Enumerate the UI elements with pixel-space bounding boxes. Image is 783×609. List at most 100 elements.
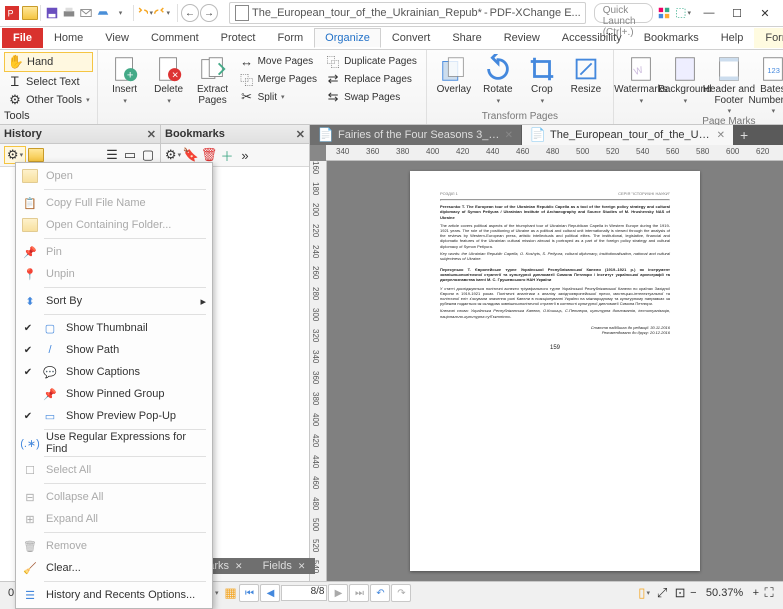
bookmarks-close-icon[interactable]: ✕ (296, 128, 305, 141)
tab-organize[interactable]: Organize (314, 28, 381, 48)
duplicate-pages-button[interactable]: ⿻Duplicate Pages (322, 52, 420, 70)
bottom-tab-fields[interactable]: Fields✕ (253, 558, 316, 574)
last-page-button[interactable]: ⏭ (349, 584, 369, 602)
new-tab-button[interactable]: + (734, 127, 754, 143)
tool-toggle-1[interactable] (657, 5, 671, 21)
fit-width-icon[interactable]: ⤢ (654, 585, 670, 601)
doc-tab-2[interactable]: 📄The_European_tour_of_the_Ukrainian_Repu… (522, 125, 733, 145)
zoom-input[interactable]: 50.37% (699, 587, 751, 599)
menu-sort-by[interactable]: ⬍Sort By▸ (18, 290, 210, 312)
tab-comment[interactable]: Comment (140, 28, 210, 48)
menu-pin[interactable]: 📌Pin (18, 241, 210, 263)
menu-history-options[interactable]: ☰History and Recents Options... (18, 584, 210, 606)
next-view-button[interactable]: ↷ (391, 584, 411, 602)
tab-file[interactable]: File (2, 28, 43, 48)
bookmark-del-icon[interactable]: 🗑 (201, 147, 217, 163)
replace-pages-button[interactable]: ⇄Replace Pages (322, 70, 420, 88)
watermarks-button[interactable]: WWatermarks (620, 52, 662, 105)
tab-view[interactable]: View (94, 28, 140, 48)
insert-pages-button[interactable]: +Insert (104, 52, 146, 105)
tab-convert[interactable]: Convert (381, 28, 442, 48)
next-page-button[interactable]: ▶ (328, 584, 348, 602)
nav-fwd-icon[interactable]: → (200, 4, 218, 22)
close-tab-icon[interactable]: ✕ (505, 130, 513, 141)
menu-open[interactable]: Open (18, 165, 210, 187)
close-icon[interactable]: ✕ (235, 561, 243, 572)
delete-pages-button[interactable]: ×Delete (148, 52, 190, 105)
tab-protect[interactable]: Protect (210, 28, 267, 48)
minimize-button[interactable]: — (695, 2, 723, 24)
bookmarks-options-icon[interactable]: ⚙ (165, 147, 181, 163)
quick-launch-input[interactable]: Quick Launch (Ctrl+.) (594, 3, 653, 23)
open-icon[interactable] (22, 5, 38, 21)
address-bar[interactable]: The_European_tour_of_the_Ukrainian_Repub… (229, 2, 586, 24)
scan-icon[interactable] (95, 5, 111, 21)
menu-show-captions[interactable]: ✔💬Show Captions (18, 361, 210, 383)
tab-home[interactable]: Home (43, 28, 94, 48)
zoom-in-button[interactable]: + (753, 587, 759, 599)
crop-button[interactable]: Crop (521, 52, 563, 105)
menu-copy-full-name[interactable]: 📋Copy Full File Name (18, 192, 210, 214)
bookmark-new-icon[interactable]: ＋ (219, 147, 235, 163)
tab-review[interactable]: Review (493, 28, 551, 48)
header-footer-button[interactable]: Header and Footer (708, 52, 750, 115)
redo-icon[interactable] (154, 5, 170, 21)
resize-button[interactable]: Resize (565, 52, 607, 96)
menu-expand-all[interactable]: ⊞Expand All (18, 508, 210, 530)
history-close-icon[interactable]: ✕ (147, 128, 156, 141)
hand-tool[interactable]: ✋Hand (4, 52, 93, 72)
page-canvas[interactable]: РОЗДІЛ 1СЕРІЯ "ІСТОРИЧНІ НАУКИ" Peresunk… (327, 161, 783, 581)
email-icon[interactable] (78, 5, 94, 21)
menu-unpin[interactable]: 📍Unpin (18, 263, 210, 285)
menu-show-preview[interactable]: ✔▭Show Preview Pop-Up (18, 405, 210, 427)
tab-bookmarks[interactable]: Bookmarks (633, 28, 710, 48)
swap-pages-button[interactable]: ⇆Swap Pages (322, 88, 420, 106)
history-view3-icon[interactable]: ▢ (140, 147, 156, 163)
rotate-button[interactable]: Rotate (477, 52, 519, 105)
doc-tab-1[interactable]: 📄Fairies of the Four Seasons 3_Optimized… (310, 125, 521, 145)
overlay-button[interactable]: Overlay (433, 52, 475, 96)
menu-show-path[interactable]: ✔/Show Path (18, 339, 210, 361)
layout-icon[interactable]: ▦ (222, 585, 238, 601)
tool-toggle-2[interactable] (675, 5, 691, 21)
history-view2-icon[interactable]: ▭ (122, 147, 138, 163)
menu-remove[interactable]: 🗑Remove (18, 535, 210, 557)
menu-show-thumbnail[interactable]: ✔▢Show Thumbnail (18, 317, 210, 339)
tab-share[interactable]: Share (441, 28, 492, 48)
menu-regex[interactable]: (.∗)Use Regular Expressions for Find (18, 432, 210, 454)
menu-open-containing[interactable]: Open Containing Folder... (18, 214, 210, 236)
move-pages-button[interactable]: ↔Move Pages (236, 52, 320, 70)
menu-clear[interactable]: 🧹Clear... (18, 557, 210, 579)
menu-select-all[interactable]: ☐Select All (18, 459, 210, 481)
extract-pages-button[interactable]: Extract Pages (192, 52, 234, 106)
menu-show-pinned-group[interactable]: 📌Show Pinned Group (18, 383, 210, 405)
page-layout-dropdown[interactable]: ▯ (636, 585, 652, 601)
background-button[interactable]: Background (664, 52, 706, 105)
history-open-icon[interactable] (28, 147, 44, 163)
close-icon[interactable]: ✕ (298, 561, 306, 572)
tab-form[interactable]: Form (267, 28, 315, 48)
undo-icon[interactable] (137, 5, 153, 21)
nav-back-icon[interactable]: ← (181, 4, 199, 22)
history-view1-icon[interactable]: ☰ (104, 147, 120, 163)
close-tab-icon[interactable]: ✕ (717, 130, 725, 141)
bookmarks-more-icon[interactable]: » (237, 147, 253, 163)
page-input[interactable]: 8/8 (281, 585, 327, 601)
menu-collapse-all[interactable]: ⊟Collapse All (18, 486, 210, 508)
tab-help[interactable]: Help (710, 28, 755, 48)
fullscreen-icon[interactable]: ⛶ (761, 585, 777, 601)
merge-pages-button[interactable]: ⿻Merge Pages (236, 70, 320, 88)
split-pages-button[interactable]: ✂Split (236, 88, 320, 106)
tab-format[interactable]: Format (754, 28, 783, 48)
bookmark-add-icon[interactable]: 🔖 (183, 147, 199, 163)
qat-more-dropdown[interactable] (112, 5, 128, 21)
prev-page-button[interactable]: ◀ (260, 584, 280, 602)
save-icon[interactable] (44, 5, 60, 21)
close-button[interactable]: ✕ (751, 2, 779, 24)
zoom-out-button[interactable]: − (690, 587, 696, 599)
fit-page-icon[interactable]: ⊡ (672, 585, 688, 601)
print-icon[interactable] (61, 5, 77, 21)
tab-accessibility[interactable]: Accessibility (551, 28, 633, 48)
first-page-button[interactable]: ⏮ (239, 584, 259, 602)
other-tools-dropdown[interactable]: ⚙Other Tools (4, 91, 93, 109)
